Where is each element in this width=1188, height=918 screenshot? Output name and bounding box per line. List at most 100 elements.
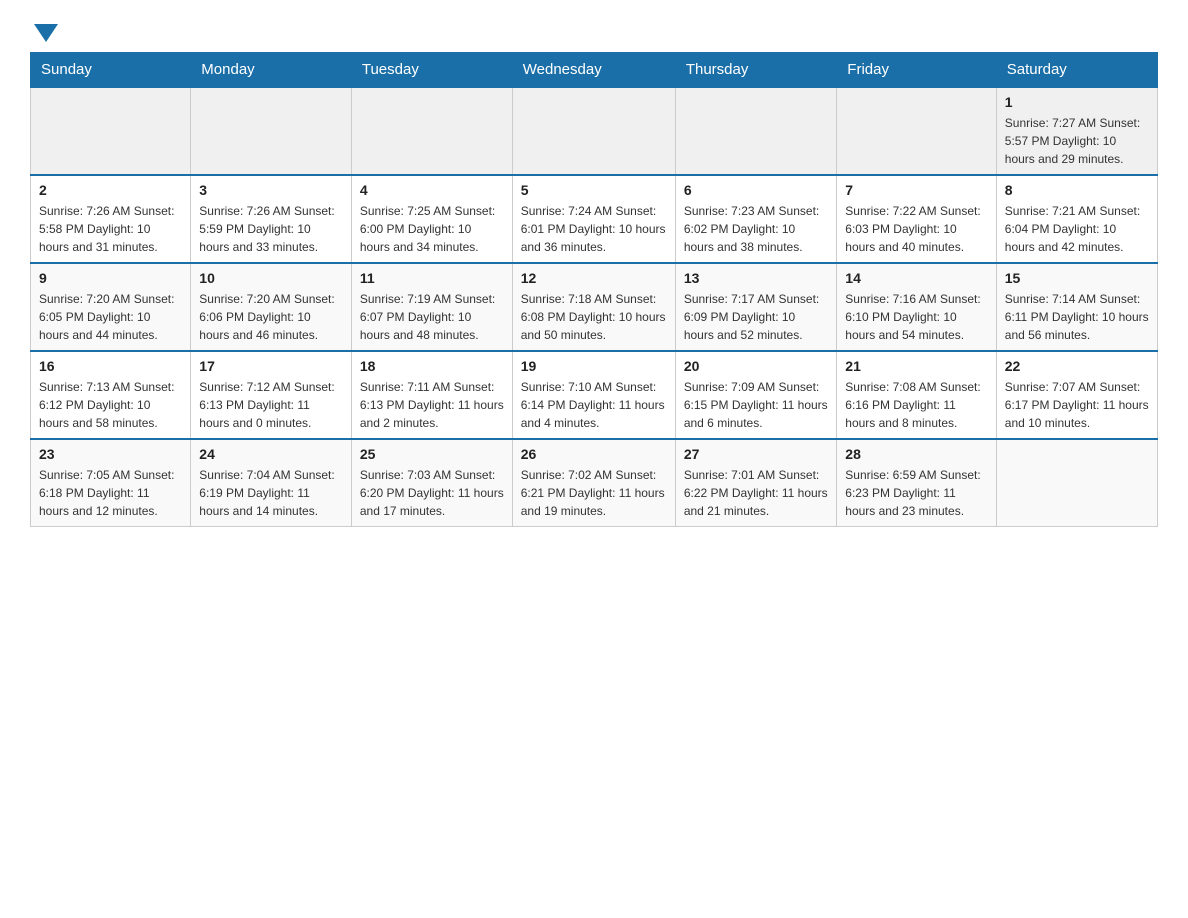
calendar-cell: 21Sunrise: 7:08 AM Sunset: 6:16 PM Dayli… <box>837 351 996 439</box>
day-info: Sunrise: 7:05 AM Sunset: 6:18 PM Dayligh… <box>39 466 182 520</box>
calendar-cell: 25 Sunrise: 7:03 AM Sunset: 6:20 PM Dayli… <box>351 439 512 527</box>
day-info: Sunrise: 7:14 AM Sunset: 6:11 PM Dayligh… <box>1005 290 1149 344</box>
day-number: 5 <box>521 182 667 198</box>
calendar-cell: 15 Sunrise: 7:14 AM Sunset: 6:11 PM Dayli… <box>996 263 1157 351</box>
calendar-cell: 22 Sunrise: 7:07 AM Sunset: 6:17 PM Dayli… <box>996 351 1157 439</box>
calendar-cell: 23 Sunrise: 7:05 AM Sunset: 6:18 PM Dayli… <box>31 439 191 527</box>
day-info: Sunrise: 7:01 AM Sunset: 6:22 PM Dayligh… <box>684 466 828 520</box>
logo <box>30 20 58 42</box>
day-info: Sunrise: 7:07 AM Sunset: 6:17 PM Dayligh… <box>1005 378 1149 432</box>
day-info: Sunrise: 7:03 AM Sunset: 6:20 PM Dayligh… <box>360 466 504 520</box>
day-number: 22 <box>1005 358 1149 374</box>
calendar-cell: 6 Sunrise: 7:23 AM Sunset: 6:02 PM Daylig… <box>675 175 836 263</box>
day-number: 7 <box>845 182 987 198</box>
day-of-week-header: Friday <box>837 53 996 88</box>
day-info: Sunrise: 7:22 AM Sunset: 6:03 PM Dayligh… <box>845 202 987 256</box>
day-number: 27 <box>684 446 828 462</box>
day-info: Sunrise: 7:23 AM Sunset: 6:02 PM Dayligh… <box>684 202 828 256</box>
day-number: 24 <box>199 446 343 462</box>
calendar-cell: 5 Sunrise: 7:24 AM Sunset: 6:01 PM Daylig… <box>512 175 675 263</box>
day-info: Sunrise: 7:21 AM Sunset: 6:04 PM Dayligh… <box>1005 202 1149 256</box>
day-info: Sunrise: 7:16 AM Sunset: 6:10 PM Dayligh… <box>845 290 987 344</box>
day-number: 1 <box>1005 94 1149 110</box>
calendar-week-row: 2 Sunrise: 7:26 AM Sunset: 5:58 PM Daylig… <box>31 175 1158 263</box>
calendar-cell: 14 Sunrise: 7:16 AM Sunset: 6:10 PM Dayli… <box>837 263 996 351</box>
calendar-cell: 13Sunrise: 7:17 AM Sunset: 6:09 PM Dayli… <box>675 263 836 351</box>
day-number: 10 <box>199 270 343 286</box>
day-info: Sunrise: 7:18 AM Sunset: 6:08 PM Dayligh… <box>521 290 667 344</box>
calendar-cell: 11 Sunrise: 7:19 AM Sunset: 6:07 PM Dayli… <box>351 263 512 351</box>
calendar-cell <box>31 87 191 175</box>
day-number: 6 <box>684 182 828 198</box>
day-number: 25 <box>360 446 504 462</box>
calendar-cell <box>191 87 352 175</box>
calendar-cell <box>675 87 836 175</box>
day-info: Sunrise: 7:09 AM Sunset: 6:15 PM Dayligh… <box>684 378 828 432</box>
day-of-week-header: Monday <box>191 53 352 88</box>
day-info: Sunrise: 7:20 AM Sunset: 6:05 PM Dayligh… <box>39 290 182 344</box>
calendar-cell <box>996 439 1157 527</box>
calendar-cell: 3 Sunrise: 7:26 AM Sunset: 5:59 PM Daylig… <box>191 175 352 263</box>
calendar-cell: 28 Sunrise: 6:59 AM Sunset: 6:23 PM Dayli… <box>837 439 996 527</box>
day-number: 8 <box>1005 182 1149 198</box>
day-info: Sunrise: 7:20 AM Sunset: 6:06 PM Dayligh… <box>199 290 343 344</box>
day-info: Sunrise: 7:26 AM Sunset: 5:59 PM Dayligh… <box>199 202 343 256</box>
calendar-cell: 20Sunrise: 7:09 AM Sunset: 6:15 PM Dayli… <box>675 351 836 439</box>
calendar-cell <box>512 87 675 175</box>
calendar-cell: 26 Sunrise: 7:02 AM Sunset: 6:21 PM Dayli… <box>512 439 675 527</box>
day-number: 12 <box>521 270 667 286</box>
day-number: 21 <box>845 358 987 374</box>
calendar-cell <box>837 87 996 175</box>
page-header <box>30 20 1158 42</box>
day-of-week-header: Saturday <box>996 53 1157 88</box>
calendar-week-row: 16 Sunrise: 7:13 AM Sunset: 6:12 PM Dayli… <box>31 351 1158 439</box>
calendar-cell: 1 Sunrise: 7:27 AM Sunset: 5:57 PM Daylig… <box>996 87 1157 175</box>
day-number: 26 <box>521 446 667 462</box>
calendar-header-row: SundayMondayTuesdayWednesdayThursdayFrid… <box>31 53 1158 88</box>
day-info: Sunrise: 7:27 AM Sunset: 5:57 PM Dayligh… <box>1005 114 1149 168</box>
day-of-week-header: Wednesday <box>512 53 675 88</box>
day-info: Sunrise: 7:12 AM Sunset: 6:13 PM Dayligh… <box>199 378 343 432</box>
day-info: Sunrise: 7:02 AM Sunset: 6:21 PM Dayligh… <box>521 466 667 520</box>
calendar-cell: 4 Sunrise: 7:25 AM Sunset: 6:00 PM Daylig… <box>351 175 512 263</box>
calendar-cell: 19 Sunrise: 7:10 AM Sunset: 6:14 PM Dayli… <box>512 351 675 439</box>
calendar-cell <box>351 87 512 175</box>
day-info: Sunrise: 7:19 AM Sunset: 6:07 PM Dayligh… <box>360 290 504 344</box>
day-number: 3 <box>199 182 343 198</box>
day-number: 19 <box>521 358 667 374</box>
day-number: 15 <box>1005 270 1149 286</box>
day-number: 14 <box>845 270 987 286</box>
day-info: Sunrise: 7:25 AM Sunset: 6:00 PM Dayligh… <box>360 202 504 256</box>
calendar-week-row: 23 Sunrise: 7:05 AM Sunset: 6:18 PM Dayli… <box>31 439 1158 527</box>
calendar-cell: 10 Sunrise: 7:20 AM Sunset: 6:06 PM Dayli… <box>191 263 352 351</box>
day-number: 23 <box>39 446 182 462</box>
day-of-week-header: Sunday <box>31 53 191 88</box>
day-number: 16 <box>39 358 182 374</box>
calendar-cell: 7 Sunrise: 7:22 AM Sunset: 6:03 PM Daylig… <box>837 175 996 263</box>
day-info: Sunrise: 7:10 AM Sunset: 6:14 PM Dayligh… <box>521 378 667 432</box>
day-number: 17 <box>199 358 343 374</box>
logo-arrow-icon <box>34 24 58 42</box>
calendar-cell: 9 Sunrise: 7:20 AM Sunset: 6:05 PM Daylig… <box>31 263 191 351</box>
day-number: 4 <box>360 182 504 198</box>
day-number: 2 <box>39 182 182 198</box>
day-number: 18 <box>360 358 504 374</box>
calendar-table: SundayMondayTuesdayWednesdayThursdayFrid… <box>30 52 1158 527</box>
calendar-cell: 17 Sunrise: 7:12 AM Sunset: 6:13 PM Dayli… <box>191 351 352 439</box>
day-info: Sunrise: 7:26 AM Sunset: 5:58 PM Dayligh… <box>39 202 182 256</box>
day-of-week-header: Thursday <box>675 53 836 88</box>
day-number: 9 <box>39 270 182 286</box>
day-info: Sunrise: 6:59 AM Sunset: 6:23 PM Dayligh… <box>845 466 987 520</box>
day-number: 28 <box>845 446 987 462</box>
day-number: 13 <box>684 270 828 286</box>
calendar-cell: 18 Sunrise: 7:11 AM Sunset: 6:13 PM Dayli… <box>351 351 512 439</box>
day-info: Sunrise: 7:13 AM Sunset: 6:12 PM Dayligh… <box>39 378 182 432</box>
calendar-cell: 12 Sunrise: 7:18 AM Sunset: 6:08 PM Dayli… <box>512 263 675 351</box>
calendar-cell: 27 Sunrise: 7:01 AM Sunset: 6:22 PM Dayli… <box>675 439 836 527</box>
day-info: Sunrise: 7:24 AM Sunset: 6:01 PM Dayligh… <box>521 202 667 256</box>
day-number: 11 <box>360 270 504 286</box>
day-info: Sunrise: 7:11 AM Sunset: 6:13 PM Dayligh… <box>360 378 504 432</box>
calendar-cell: 24Sunrise: 7:04 AM Sunset: 6:19 PM Dayli… <box>191 439 352 527</box>
calendar-week-row: 1 Sunrise: 7:27 AM Sunset: 5:57 PM Daylig… <box>31 87 1158 175</box>
calendar-cell: 8 Sunrise: 7:21 AM Sunset: 6:04 PM Daylig… <box>996 175 1157 263</box>
